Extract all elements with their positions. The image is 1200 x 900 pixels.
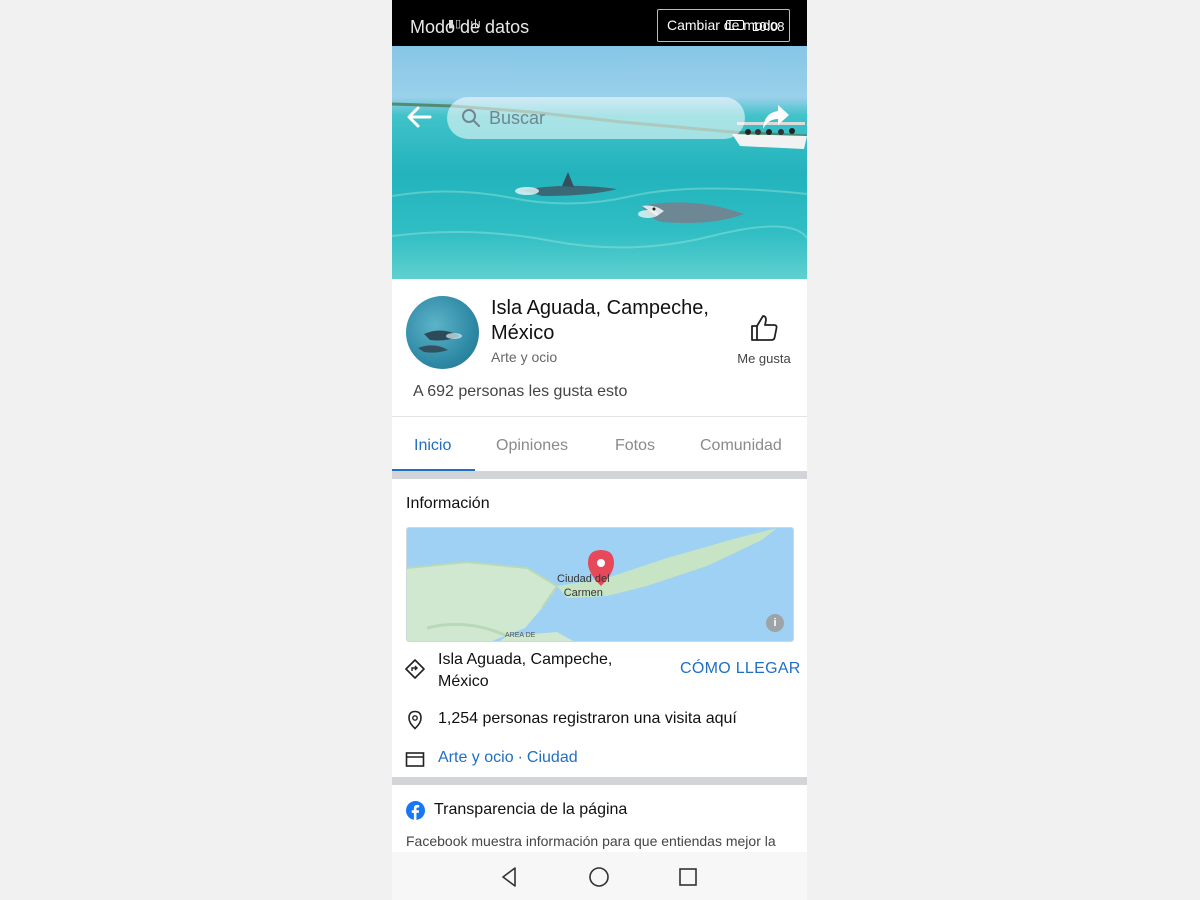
section-divider xyxy=(392,777,807,785)
location-pin-icon xyxy=(408,710,422,730)
transparency-title: Transparencia de la página xyxy=(434,801,628,818)
battery-icon xyxy=(726,20,744,30)
like-label: Me gusta xyxy=(737,351,791,366)
page-avatar[interactable] xyxy=(406,296,479,369)
map-info-icon[interactable]: i xyxy=(766,614,784,632)
page-profile: Isla Aguada, Campeche, México Arte y oci… xyxy=(392,279,807,415)
map-city-label: Ciudad del Carmen xyxy=(557,572,610,600)
map-city-label-line-1: Ciudad del xyxy=(557,573,610,585)
info-heading: Información xyxy=(406,495,490,512)
search-bar[interactable]: Buscar xyxy=(447,97,745,139)
category-separator: · xyxy=(517,749,523,766)
tab-comunidad[interactable]: Comunidad xyxy=(700,437,782,455)
facebook-icon xyxy=(406,801,425,820)
cover-photo[interactable]: Buscar xyxy=(392,46,807,279)
search-placeholder: Buscar xyxy=(489,108,546,128)
category-link-arte[interactable]: Arte y ocio xyxy=(438,749,514,766)
get-directions-link[interactable]: CÓMO LLEGAR xyxy=(680,660,801,678)
like-button[interactable]: Me gusta xyxy=(729,312,799,367)
search-icon xyxy=(462,109,480,127)
nav-home-icon[interactable] xyxy=(587,865,611,889)
page-name: Isla Aguada, Campeche, México xyxy=(491,297,709,344)
status-bar: Modo de datos ▮▯ ıılı Cambiar de modo 10… xyxy=(392,0,807,46)
checkins-text: 1,254 personas registraron una visita aq… xyxy=(438,710,737,727)
map-area-label: AREA DE xyxy=(505,632,536,639)
system-nav-bar xyxy=(392,852,807,900)
thumbs-up-icon xyxy=(751,315,778,341)
category-icon xyxy=(405,752,425,767)
tab-bar: Inicio Opiniones Fotos Comunidad xyxy=(392,416,807,472)
map-city-label-line-2: Carmen xyxy=(563,587,603,599)
transparency-description: Facebook muestra información para que en… xyxy=(406,833,776,849)
cover-scene xyxy=(392,102,807,249)
nav-recents-icon[interactable] xyxy=(676,865,700,889)
tab-fotos[interactable]: Fotos xyxy=(615,437,655,455)
info-section: Información Ciudad del Carmen AREA DE i xyxy=(392,479,807,777)
category-link-ciudad[interactable]: Ciudad xyxy=(527,749,578,766)
avatar-dolphins-image xyxy=(418,330,462,353)
tab-inicio[interactable]: Inicio xyxy=(414,437,451,455)
likes-count: A 692 personas les gusta esto xyxy=(413,383,628,400)
directions-icon xyxy=(405,659,425,679)
category-links: Arte y ocio · Ciudad xyxy=(438,749,578,767)
page-category: Arte y ocio xyxy=(491,349,558,365)
tab-opiniones[interactable]: Opiniones xyxy=(496,437,568,455)
clock: 10:08 xyxy=(752,19,785,34)
section-divider xyxy=(392,471,807,479)
nav-back-icon[interactable] xyxy=(498,865,522,889)
back-arrow-icon[interactable] xyxy=(404,102,434,132)
signal-icon: ▮▯ ıılı xyxy=(448,18,482,30)
location-map[interactable]: Ciudad del Carmen AREA DE i xyxy=(406,527,794,642)
phone-screen: Modo de datos ▮▯ ıılı Cambiar de modo 10… xyxy=(392,0,807,900)
address-text: Isla Aguada, Campeche, México xyxy=(438,651,613,690)
share-icon[interactable] xyxy=(760,102,792,132)
